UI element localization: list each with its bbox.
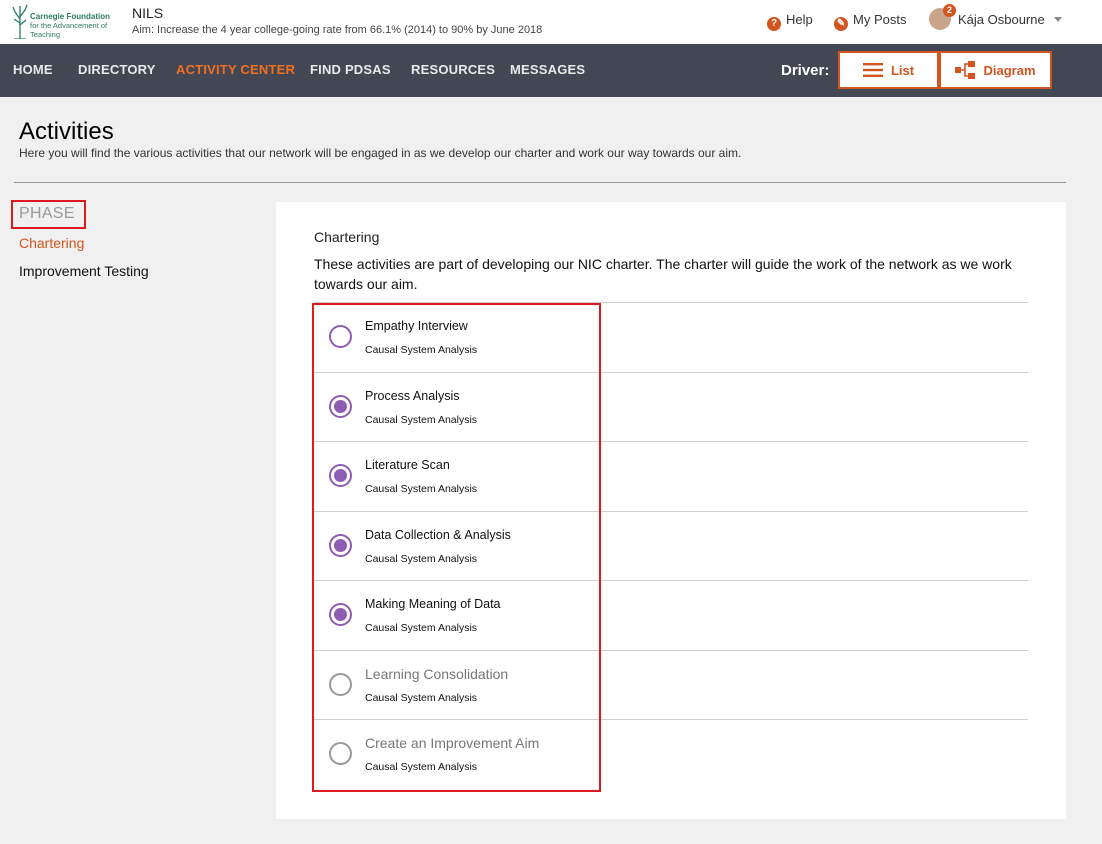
activity-item[interactable]: Data Collection & Analysis Causal System… xyxy=(314,510,1028,581)
status-radio[interactable] xyxy=(329,672,352,696)
activity-item[interactable]: Literature Scan Causal System Analysis xyxy=(314,441,1028,511)
driver-diagram-button[interactable]: Diagram xyxy=(939,51,1052,89)
activity-category: Causal System Analysis xyxy=(365,344,478,356)
activity-item[interactable]: Process Analysis Causal System Analysis xyxy=(314,371,1028,442)
activity-list: Empathy Interview Causal System Analysis… xyxy=(314,302,1028,789)
status-radio[interactable] xyxy=(329,325,352,348)
pencil-icon: ✎ xyxy=(834,17,848,31)
main-nav: HOME DIRECTORY ACTIVITY CENTER FIND PDSA… xyxy=(0,44,1102,97)
nav-directory[interactable]: DIRECTORY xyxy=(78,62,156,77)
activities-card: Chartering These activities are part of … xyxy=(276,202,1066,819)
tree-logo-icon xyxy=(12,4,28,39)
carnegie-logo[interactable]: Carnegie Foundation for the Advancement … xyxy=(12,3,124,41)
list-icon xyxy=(862,63,883,77)
status-radio[interactable] xyxy=(329,394,352,418)
status-radio[interactable] xyxy=(329,464,352,487)
nav-messages[interactable]: MESSAGES xyxy=(510,62,585,77)
activity-name: Literature Scan xyxy=(365,458,450,472)
activity-name: Making Meaning of Data xyxy=(365,597,501,611)
page-title: Activities xyxy=(19,118,114,145)
activity-category: Causal System Analysis xyxy=(365,691,478,704)
diagram-icon xyxy=(955,61,976,79)
driver-list-button[interactable]: List xyxy=(838,51,939,89)
nav-resources[interactable]: RESOURCES xyxy=(411,62,495,77)
user-name: Kája Osbourne xyxy=(958,12,1045,27)
logo-line1: Carnegie Foundation xyxy=(30,12,110,21)
status-radio[interactable] xyxy=(329,742,352,765)
question-icon: ? xyxy=(767,17,781,31)
card-description: These activities are part of developing … xyxy=(314,256,1012,292)
card-title: Chartering xyxy=(314,229,380,245)
user-menu[interactable]: 2 Kája Osbourne xyxy=(929,4,1062,30)
activity-name: Process Analysis xyxy=(365,388,460,403)
activity-item[interactable]: Create an Improvement Aim Causal System … xyxy=(314,719,1028,789)
my-posts-label: My Posts xyxy=(853,12,907,27)
activity-category: Causal System Analysis xyxy=(365,552,478,565)
activity-name: Data Collection & Analysis xyxy=(365,527,511,542)
phase-heading: PHASE xyxy=(19,205,75,222)
activity-name: Learning Consolidation xyxy=(365,665,509,682)
nav-activity-center[interactable]: ACTIVITY CENTER xyxy=(176,62,295,77)
activity-item[interactable]: Learning Consolidation Causal System Ana… xyxy=(314,649,1028,720)
page-subtitle: Here you will find the various activitie… xyxy=(19,146,742,160)
network-name: NILS xyxy=(132,5,164,21)
activity-name: Empathy Interview xyxy=(365,319,468,333)
help-link[interactable]: ? Help xyxy=(767,12,813,31)
help-label: Help xyxy=(786,12,813,27)
activity-item[interactable]: Making Meaning of Data Causal System Ana… xyxy=(314,580,1028,650)
list-label: List xyxy=(890,62,915,78)
activity-name: Create an Improvement Aim xyxy=(365,735,540,751)
activity-category: Causal System Analysis xyxy=(365,413,478,426)
driver-label: Driver: xyxy=(781,62,830,79)
phase-item-chartering[interactable]: Chartering xyxy=(19,235,84,251)
diagram-label: Diagram xyxy=(983,62,1036,78)
activity-category: Causal System Analysis xyxy=(365,761,478,773)
nav-find-pdsas[interactable]: FIND PDSAS xyxy=(310,62,391,77)
logo-line2: for the Advancement of Teaching xyxy=(30,21,108,39)
avatar: 2 xyxy=(929,4,956,30)
chevron-down-icon xyxy=(1053,17,1062,22)
nav-home[interactable]: HOME xyxy=(13,62,53,77)
activity-item[interactable]: Empathy Interview Causal System Analysis xyxy=(314,302,1028,372)
divider xyxy=(14,182,1066,183)
activity-category: Causal System Analysis xyxy=(365,622,478,634)
top-bar: Carnegie Foundation for the Advancement … xyxy=(0,0,1102,44)
status-radio[interactable] xyxy=(329,603,352,626)
my-posts-link[interactable]: ✎ My Posts xyxy=(834,12,906,31)
phase-item-improvement-testing[interactable]: Improvement Testing xyxy=(19,263,149,279)
network-aim: Aim: Increase the 4 year college-going r… xyxy=(132,24,543,36)
status-radio[interactable] xyxy=(329,533,352,557)
notification-badge: 2 xyxy=(943,4,956,17)
activity-category: Causal System Analysis xyxy=(365,483,478,495)
